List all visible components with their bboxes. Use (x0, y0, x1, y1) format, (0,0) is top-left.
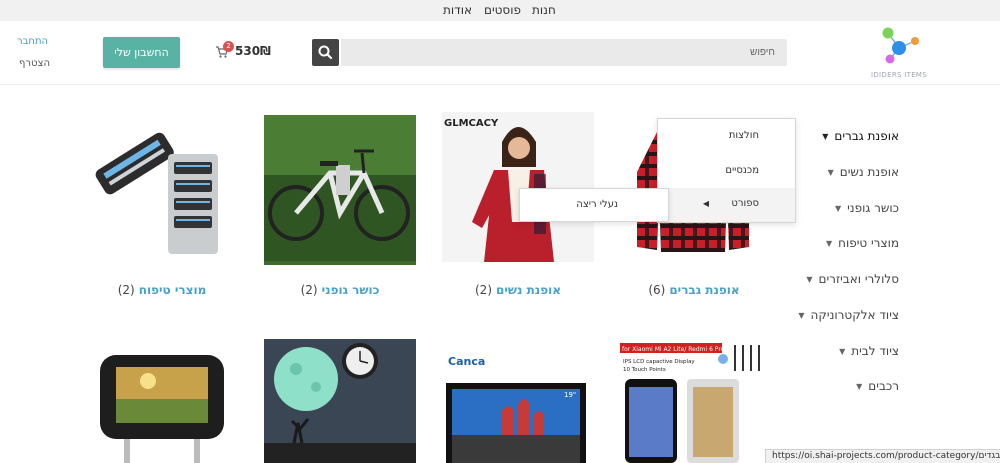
caret-down-icon: ▼ (856, 381, 863, 391)
product-image-headrest-monitor[interactable] (86, 339, 238, 463)
category-label: אופנת גברים (834, 129, 899, 143)
search-icon (318, 45, 333, 60)
product-count: (2) (475, 283, 492, 297)
cart[interactable]: 2 530₪ (215, 41, 271, 61)
product-title-grooming[interactable]: (2) מוצרי טיפוח (72, 283, 252, 297)
category-fitness[interactable]: ▼ כושר גופני (835, 201, 899, 215)
search-input[interactable] (341, 39, 787, 66)
cart-total: 530₪ (235, 44, 271, 58)
caret-down-icon: ▼ (827, 167, 834, 177)
category-home[interactable]: ▼ ציוד לבית (839, 344, 899, 358)
woman-blouse-image: GLMCACY (442, 112, 594, 262)
product-image-womens-fashion[interactable]: GLMCACY (442, 112, 594, 262)
svg-text:19": 19" (564, 391, 576, 399)
sport-submenu: נעלי ריצה (519, 188, 669, 222)
caret-down-icon: ▼ (798, 310, 805, 320)
category-label: סלולרי ואביזרים (818, 272, 899, 286)
nav-posts[interactable]: פוסטים (484, 3, 521, 17)
product-count: (2) (117, 283, 135, 297)
phone-screen-image: for Xiaomi Mi A2 Lite/ Redmi 6 Pro IPS L… (620, 343, 760, 463)
category-grooming[interactable]: ▼ מוצרי טיפוח (826, 236, 899, 250)
razor-blades-image (86, 112, 238, 262)
product-title-fitness[interactable]: (2) כושר גופני (250, 283, 430, 297)
product-title-mens-fashion[interactable]: (6) אופנת גברים (604, 283, 784, 297)
svg-text:10 Touch Points: 10 Touch Points (623, 367, 666, 373)
category-label: ציוד אלקטרוניקה (810, 308, 899, 322)
product-image-phone-screen[interactable]: for Xiaomi Mi A2 Lite/ Redmi 6 Pro IPS L… (617, 339, 769, 463)
product-name[interactable]: מוצרי טיפוח (139, 283, 207, 297)
product-image-tv[interactable]: Canca 19" (442, 339, 594, 463)
product-count: (2) (300, 283, 318, 297)
category-womens-fashion[interactable]: ▼ אופנת נשים (828, 165, 899, 179)
search-button[interactable] (312, 39, 339, 66)
dropdown-item-sport[interactable]: ספורט ◀ (658, 188, 795, 222)
logo-text: IDIDERS ITEMS (870, 71, 927, 79)
svg-text:IPS LCD capactive Display: IPS LCD capactive Display (623, 359, 695, 365)
nav-about[interactable]: אודות (443, 3, 472, 17)
tv-image: Canca 19" (446, 355, 586, 463)
product-name[interactable]: אופנת נשים (496, 283, 561, 297)
dropdown-item-pants[interactable]: מכנסיים (725, 165, 759, 176)
site-header: התחבר הצטרף החשבון שלי 2 530₪ IDIDERS IT… (0, 21, 1000, 85)
category-electronics[interactable]: ▼ ציוד אלקטרוניקה (798, 308, 899, 322)
product-image-fitness[interactable] (264, 115, 416, 265)
login-link[interactable]: התחבר (17, 36, 48, 47)
category-label: מוצרי טיפוח (838, 236, 899, 250)
moon-clock-image (264, 339, 416, 463)
cart-count-badge: 2 (223, 41, 234, 52)
svg-text:GLMCACY: GLMCACY (444, 118, 499, 129)
caret-down-icon: ▼ (825, 238, 833, 248)
caret-left-icon: ◀ (702, 199, 709, 208)
svg-text:Canca: Canca (448, 355, 485, 368)
submenu-item-running-shoes[interactable]: נעלי ריצה (576, 199, 618, 210)
category-dropdown-menu: חולצות מכנסיים ספורט ◀ (657, 118, 796, 223)
product-count: (6) (648, 283, 666, 297)
caret-down-icon: ▼ (806, 274, 813, 284)
headrest-monitor-image (100, 355, 224, 463)
logo-molecule-icon (882, 27, 919, 64)
category-vehicles[interactable]: ▼ רכבים (856, 379, 899, 393)
dropdown-item-shirts[interactable]: חולצות (729, 130, 759, 141)
product-image-moon-clock[interactable] (264, 339, 416, 463)
caret-down-icon: ▼ (822, 131, 829, 141)
product-image-grooming[interactable] (86, 112, 238, 262)
category-label: אופנת נשים (839, 165, 899, 179)
product-name[interactable]: כושר גופני (322, 283, 380, 297)
register-link[interactable]: הצטרף (19, 58, 50, 69)
bicycle-image (264, 115, 416, 261)
product-title-womens-fashion[interactable]: (2) אופנת נשים (428, 283, 608, 297)
dropdown-item-label: ספורט (731, 198, 759, 209)
product-name[interactable]: אופנת גברים (669, 283, 739, 297)
category-label: רכבים (868, 379, 899, 393)
category-label: כושר גופני (847, 201, 899, 215)
svg-text:for Xiaomi Mi A2 Lite/ Redmi 6: for Xiaomi Mi A2 Lite/ Redmi 6 Pro (622, 346, 725, 353)
site-logo[interactable]: IDIDERS ITEMS (868, 23, 930, 83)
category-mens-fashion[interactable]: ▼ אופנת גברים (822, 129, 899, 143)
nav-shop[interactable]: חנות (532, 3, 556, 17)
link-status-bar: https://oi.shai-projects.com/product-cat… (765, 449, 1000, 463)
my-account-button[interactable]: החשבון שלי (103, 37, 180, 68)
category-label: ציוד לבית (851, 344, 899, 358)
top-nav: חנות פוסטים אודות (0, 0, 1000, 21)
caret-down-icon: ▼ (839, 346, 846, 356)
caret-down-icon: ▼ (834, 203, 842, 213)
category-cellular[interactable]: ▼ סלולרי ואביזרים (806, 272, 899, 286)
